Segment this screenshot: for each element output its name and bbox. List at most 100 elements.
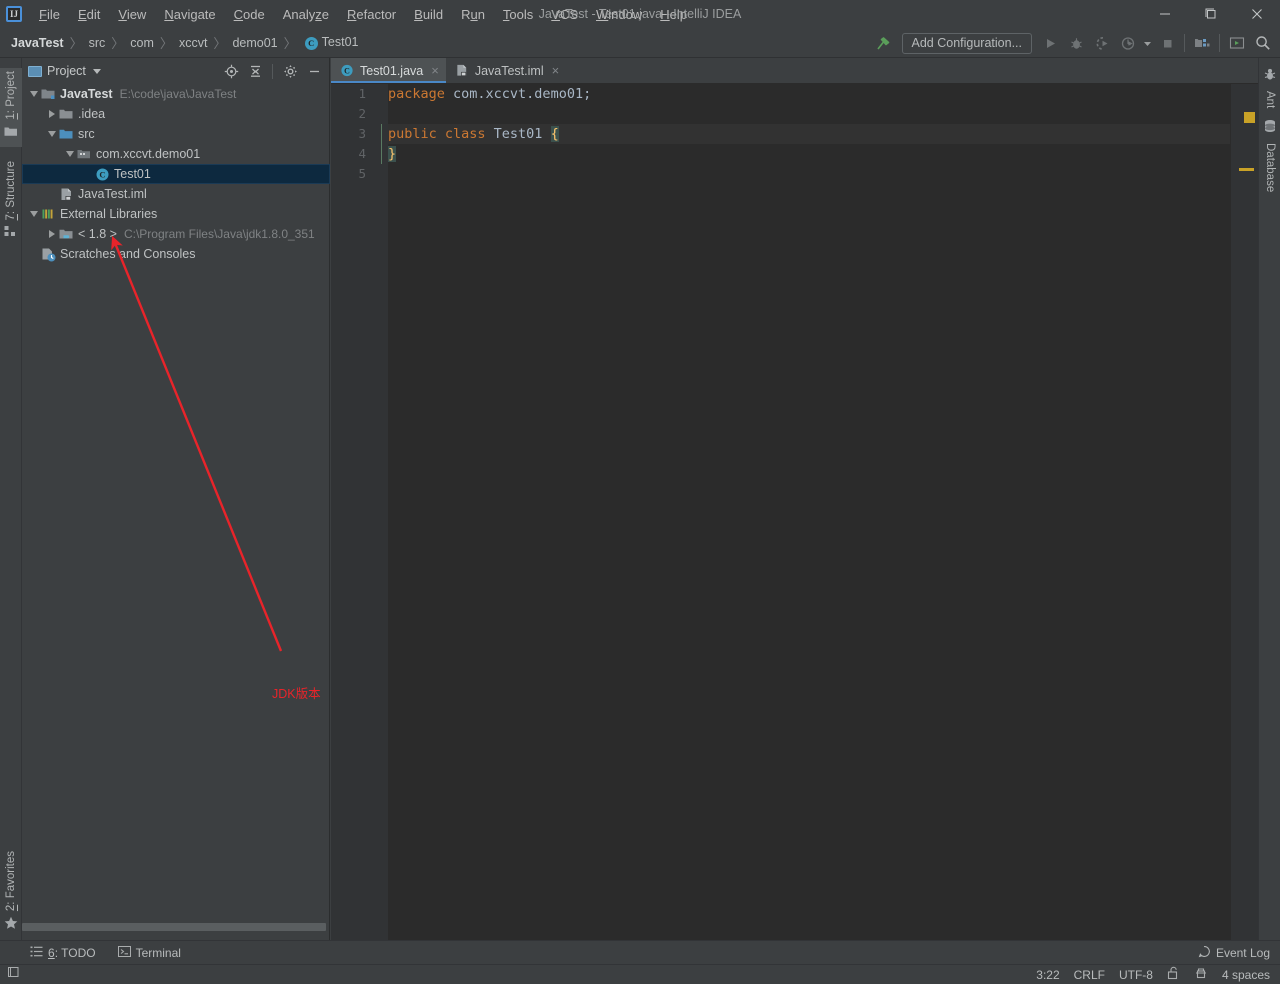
tree-node-javatest-iml[interactable]: JavaTest.iml [22, 184, 330, 204]
menu-item-run[interactable]: Run [452, 3, 494, 26]
tree-node-test01[interactable]: C Test01 [22, 164, 330, 184]
breadcrumb-item-test01[interactable]: C Test01 [300, 33, 362, 52]
run-button[interactable] [1037, 30, 1063, 56]
menu-item-view[interactable]: View [109, 3, 155, 26]
stripe-button-ant[interactable]: Ant [1259, 64, 1280, 111]
menu-item-window[interactable]: Window [587, 3, 651, 26]
menu-item-refactor[interactable]: Refactor [338, 3, 405, 26]
tree-node-javatest[interactable]: JavaTest E:\code\java\JavaTest [22, 84, 330, 104]
stripe-label: Database [1264, 143, 1276, 193]
tool-window-todo[interactable]: 6: TODO [30, 945, 96, 961]
gear-icon[interactable] [279, 60, 301, 82]
breadcrumb-item-xccvt[interactable]: xccvt [176, 34, 210, 52]
debug-button[interactable] [1063, 30, 1089, 56]
code-token: public class [388, 126, 494, 142]
minimize-button[interactable] [1142, 0, 1188, 28]
tree-node-idea[interactable]: .idea [22, 104, 330, 124]
navigation-bar: JavaTest 〉 src 〉 com 〉 xccvt 〉 demo01 〉 C Test01 Ad… [0, 28, 1280, 58]
indent-setting[interactable]: 4 spaces [1222, 968, 1270, 982]
code-line-4[interactable]: } [388, 144, 1230, 164]
breadcrumb-item-javatest[interactable]: JavaTest [8, 34, 67, 52]
stripe-button-structure[interactable]: 7: Structure [0, 158, 22, 247]
error-stripe-marker-bar[interactable] [1230, 84, 1258, 940]
tree-node-1-8[interactable]: < 1.8 > C:\Program Files\Java\jdk1.8.0_35… [22, 224, 330, 244]
stripe-button-favorites[interactable]: 2: Favorites [0, 848, 22, 939]
maximize-button[interactable] [1188, 0, 1234, 28]
event-log-button[interactable]: Event Log [1198, 945, 1270, 961]
menu-item-build[interactable]: Build [405, 3, 452, 26]
panel-divider [272, 63, 273, 79]
tree-node-src[interactable]: src [22, 124, 330, 144]
code-line-5[interactable] [388, 164, 1230, 184]
line-number: 4 [358, 146, 366, 161]
java-class-icon: C [340, 64, 354, 78]
code-line-3[interactable]: public class Test01 { [388, 124, 1230, 144]
tree-node-com-xccvt-demo01[interactable]: com.xccvt.demo01 [22, 144, 330, 164]
bottom-tool-window-stripe: 6: TODO Terminal [0, 940, 1280, 964]
menu-item-navigate[interactable]: Navigate [155, 3, 224, 26]
tree-node-external-libraries[interactable]: External Libraries [22, 204, 330, 224]
editor-tab-javatest-iml[interactable]: JavaTest.iml × [446, 58, 566, 83]
line-separator[interactable]: CRLF [1074, 968, 1105, 982]
breadcrumb-label: com [130, 35, 154, 50]
profile-dropdown-chevron-down-icon[interactable] [1141, 30, 1154, 56]
project-view-selector[interactable]: Project [28, 64, 101, 78]
chevron-down-icon[interactable] [46, 131, 58, 137]
menu-item-help[interactable]: Help [651, 3, 696, 26]
breadcrumb-label: xccvt [178, 35, 208, 50]
code-block-fold-bar[interactable] [381, 124, 382, 164]
code-content[interactable]: package com.xccvt.demo01; public class T… [388, 84, 1230, 940]
file-encoding[interactable]: UTF-8 [1119, 968, 1153, 982]
warning-marker-dash[interactable] [1239, 168, 1254, 171]
chevron-down-icon[interactable] [64, 151, 76, 157]
search-icon[interactable] [1250, 30, 1276, 56]
breadcrumb-item-com[interactable]: com [127, 34, 157, 52]
build-project-button[interactable] [871, 30, 897, 56]
collapse-all-button[interactable] [244, 60, 266, 82]
chevron-right-icon[interactable] [46, 230, 58, 238]
code-line-2[interactable] [388, 104, 1230, 124]
stripe-button-database[interactable]: Database [1259, 116, 1280, 195]
menu-item-vcs[interactable]: VCS [542, 3, 587, 26]
close-button[interactable] [1234, 0, 1280, 28]
menu-item-tools[interactable]: Tools [494, 3, 542, 26]
caret-position[interactable]: 3:22 [1036, 968, 1059, 982]
menu-item-analyze[interactable]: Analyze [274, 3, 338, 26]
code-editor[interactable]: 1 2 3 4 5 package com.xccvt.demo01; public c… [331, 84, 1258, 940]
stop-button[interactable] [1154, 30, 1180, 56]
tool-window-terminal[interactable]: Terminal [117, 945, 181, 961]
profile-button[interactable] [1115, 30, 1141, 56]
chevron-right-icon[interactable] [46, 110, 58, 118]
select-opened-file-button[interactable] [220, 60, 242, 82]
unlocked-icon[interactable] [1167, 966, 1180, 983]
project-structure-button[interactable] [1189, 30, 1215, 56]
tree-node-scratches-and-consoles[interactable]: Scratches and Consoles [22, 244, 330, 264]
inspection-icon[interactable] [1194, 966, 1208, 983]
add-configuration-button[interactable]: Add Configuration... [901, 32, 1032, 54]
title-bar: IJ File Edit View Navigate Code Analyze Refact… [0, 0, 1280, 28]
code-line-1[interactable]: package com.xccvt.demo01; [388, 84, 1230, 104]
menu-item-code[interactable]: Code [225, 3, 274, 26]
close-icon[interactable]: × [431, 63, 439, 78]
iml-file-icon [58, 186, 74, 202]
editor-tab-test01-java[interactable]: C Test01.java × [331, 58, 446, 83]
project-panel-title: Project [47, 64, 86, 78]
project-tree[interactable]: JavaTest E:\code\java\JavaTest .idea src com… [22, 84, 330, 932]
breadcrumb-item-demo01[interactable]: demo01 [229, 34, 280, 52]
chevron-down-icon[interactable] [28, 211, 40, 217]
chevron-down-icon[interactable] [28, 91, 40, 97]
project-tree-horizontal-scrollbar[interactable] [22, 920, 330, 932]
hide-panel-button[interactable] [303, 60, 325, 82]
stripe-button-project[interactable]: 1: Project [0, 68, 22, 147]
close-icon[interactable]: × [552, 63, 560, 78]
memory-indicator-icon[interactable] [7, 965, 21, 984]
breadcrumb-item-src[interactable]: src [86, 34, 109, 52]
code-folding-column[interactable] [376, 84, 388, 940]
warning-marker-square[interactable] [1244, 112, 1255, 123]
run-with-coverage-button[interactable] [1089, 30, 1115, 56]
updates-button[interactable] [1224, 30, 1250, 56]
menu-item-edit[interactable]: Edit [69, 3, 109, 26]
tree-node-label: com.xccvt.demo01 [96, 147, 201, 161]
menu-item-file[interactable]: File [30, 3, 69, 26]
scrollbar-thumb[interactable] [22, 923, 326, 931]
